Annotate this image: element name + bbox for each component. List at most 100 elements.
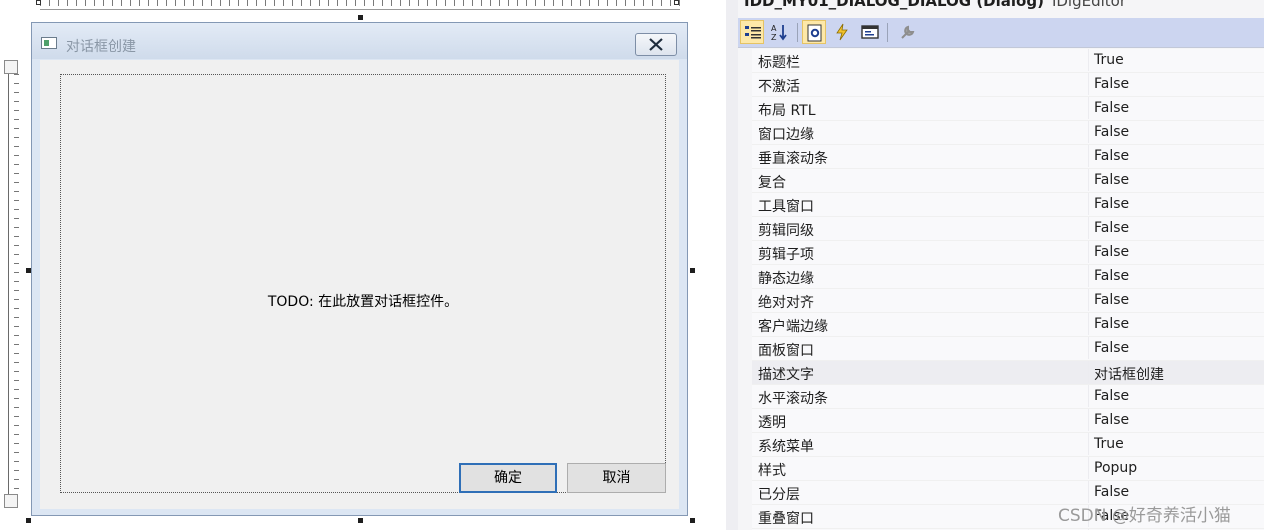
properties-toolbar: A Z [738,18,1264,48]
property-name: 垂直滚动条 [758,151,828,167]
resize-handle-bottom[interactable] [358,518,363,523]
property-name: 重叠窗口 [758,511,814,527]
todo-static-text[interactable]: TODO: 在此放置对话框控件。 [61,291,665,311]
object-type: IDlgEditor [1051,0,1126,10]
messages-button[interactable] [858,20,882,44]
property-row[interactable]: 工具窗口 False [752,193,1264,217]
dialog-designer-surface[interactable]: 对话框创建 TODO: 在此放置对话框控件。 确定 取消 [0,0,726,530]
resize-handle-bottom-left[interactable] [26,518,31,523]
property-name: 描述文字 [758,367,814,383]
panel-splitter[interactable] [726,0,738,530]
categorized-icon [745,26,761,39]
property-value[interactable]: False [1088,97,1264,119]
property-value[interactable]: False [1088,337,1264,359]
property-value[interactable]: False [1088,121,1264,143]
resize-handle-top[interactable] [358,15,363,20]
property-value[interactable]: False [1088,73,1264,95]
properties-panel: IDD_MY01_DIALOG_DIALOG (Dialog) IDlgEdito… [738,0,1264,530]
property-name: 已分层 [758,487,800,503]
property-value[interactable]: False [1088,265,1264,287]
dialog-titlebar[interactable]: 对话框创建 [32,23,687,59]
property-row[interactable]: 不激活 False [752,73,1264,97]
properties-button[interactable] [802,20,826,44]
property-row[interactable]: 面板窗口 False [752,337,1264,361]
top-ruler [40,0,680,10]
messages-icon [861,25,879,39]
property-row[interactable]: 复合 False [752,169,1264,193]
object-name: IDD_MY01_DIALOG_DIALOG (Dialog) [744,0,1044,10]
property-value[interactable]: False [1088,289,1264,311]
property-name: 透明 [758,415,786,431]
property-row[interactable]: 样式 Popup [752,457,1264,481]
app-window-icon [41,37,57,49]
property-name: 剪辑同级 [758,223,814,239]
resize-handle-bottom-right[interactable] [690,518,695,523]
property-row[interactable]: 绝对对齐 False [752,289,1264,313]
property-row[interactable]: 描述文字 对话框创建 [752,361,1264,385]
sort-alpha-icon: A Z [771,24,787,41]
property-value[interactable]: False [1088,193,1264,215]
property-value[interactable]: False [1088,313,1264,335]
close-icon [649,38,663,51]
cancel-button[interactable]: 取消 [567,463,666,493]
resize-handle-right[interactable] [690,268,695,273]
dialog-window[interactable]: 对话框创建 TODO: 在此放置对话框控件。 确定 取消 [31,22,688,516]
overrides-icon [901,25,915,39]
categorized-button[interactable] [740,20,764,44]
property-row[interactable]: 剪辑同级 False [752,217,1264,241]
ok-button[interactable]: 确定 [459,463,557,493]
property-value[interactable]: False [1088,169,1264,191]
property-value[interactable]: True [1088,433,1264,455]
dialog-layout-guide: TODO: 在此放置对话框控件。 [60,74,666,493]
dialog-client-area[interactable]: TODO: 在此放置对话框控件。 确定 取消 [40,60,679,509]
property-value[interactable]: False [1088,217,1264,239]
property-value[interactable]: 对话框创建 [1088,361,1264,383]
property-name: 样式 [758,463,786,479]
property-grid: 标题栏 True 不激活 False 布局 RTL False 窗口边缘 False 垂直滚动条… [752,49,1264,530]
svg-text:A: A [771,24,777,33]
property-value[interactable]: False [1088,409,1264,431]
close-button[interactable] [635,33,677,56]
property-name: 水平滚动条 [758,391,828,407]
property-name: 系统菜单 [758,439,814,455]
property-name: 静态边缘 [758,271,814,287]
property-row[interactable]: 水平滚动条 False [752,385,1264,409]
property-name: 标题栏 [758,55,800,71]
property-name: 复合 [758,175,786,191]
watermark: CSDN @好奇养活小猫 [1058,506,1231,526]
ruler-ticks [14,74,19,494]
property-row[interactable]: 剪辑子项 False [752,241,1264,265]
property-row[interactable]: 静态边缘 False [752,265,1264,289]
property-value[interactable]: True [1088,49,1264,71]
property-name: 布局 RTL [758,103,816,119]
property-row[interactable]: 透明 False [752,409,1264,433]
overrides-button[interactable] [896,20,920,44]
property-row[interactable]: 系统菜单 True [752,433,1264,457]
sort-alphabetical-button[interactable]: A Z [768,20,792,44]
property-value[interactable]: Popup [1088,457,1264,479]
property-value[interactable]: False [1088,385,1264,407]
property-row[interactable]: 垂直滚动条 False [752,145,1264,169]
property-value[interactable]: False [1088,145,1264,167]
property-value[interactable]: False [1088,241,1264,263]
property-name: 面板窗口 [758,343,814,359]
property-row[interactable]: 客户端边缘 False [752,313,1264,337]
property-row[interactable]: 标题栏 True [752,49,1264,73]
properties-icon [807,24,822,42]
left-ruler [4,60,20,510]
property-value[interactable]: False [1088,481,1264,503]
ruler-marker [36,0,41,5]
property-name: 剪辑子项 [758,247,814,263]
events-icon [836,23,848,41]
property-name: 工具窗口 [758,199,814,215]
svg-text:Z: Z [771,33,777,41]
toolbar-separator [797,23,798,42]
property-name: 绝对对齐 [758,295,814,311]
ruler-cap [4,494,18,508]
toolbar-separator [887,23,888,42]
dialog-title: 对话框创建 [66,39,136,55]
events-button[interactable] [830,20,854,44]
properties-object-selector[interactable]: IDD_MY01_DIALOG_DIALOG (Dialog) IDlgEdito… [738,0,1126,14]
property-row[interactable]: 窗口边缘 False [752,121,1264,145]
property-row[interactable]: 布局 RTL False [752,97,1264,121]
